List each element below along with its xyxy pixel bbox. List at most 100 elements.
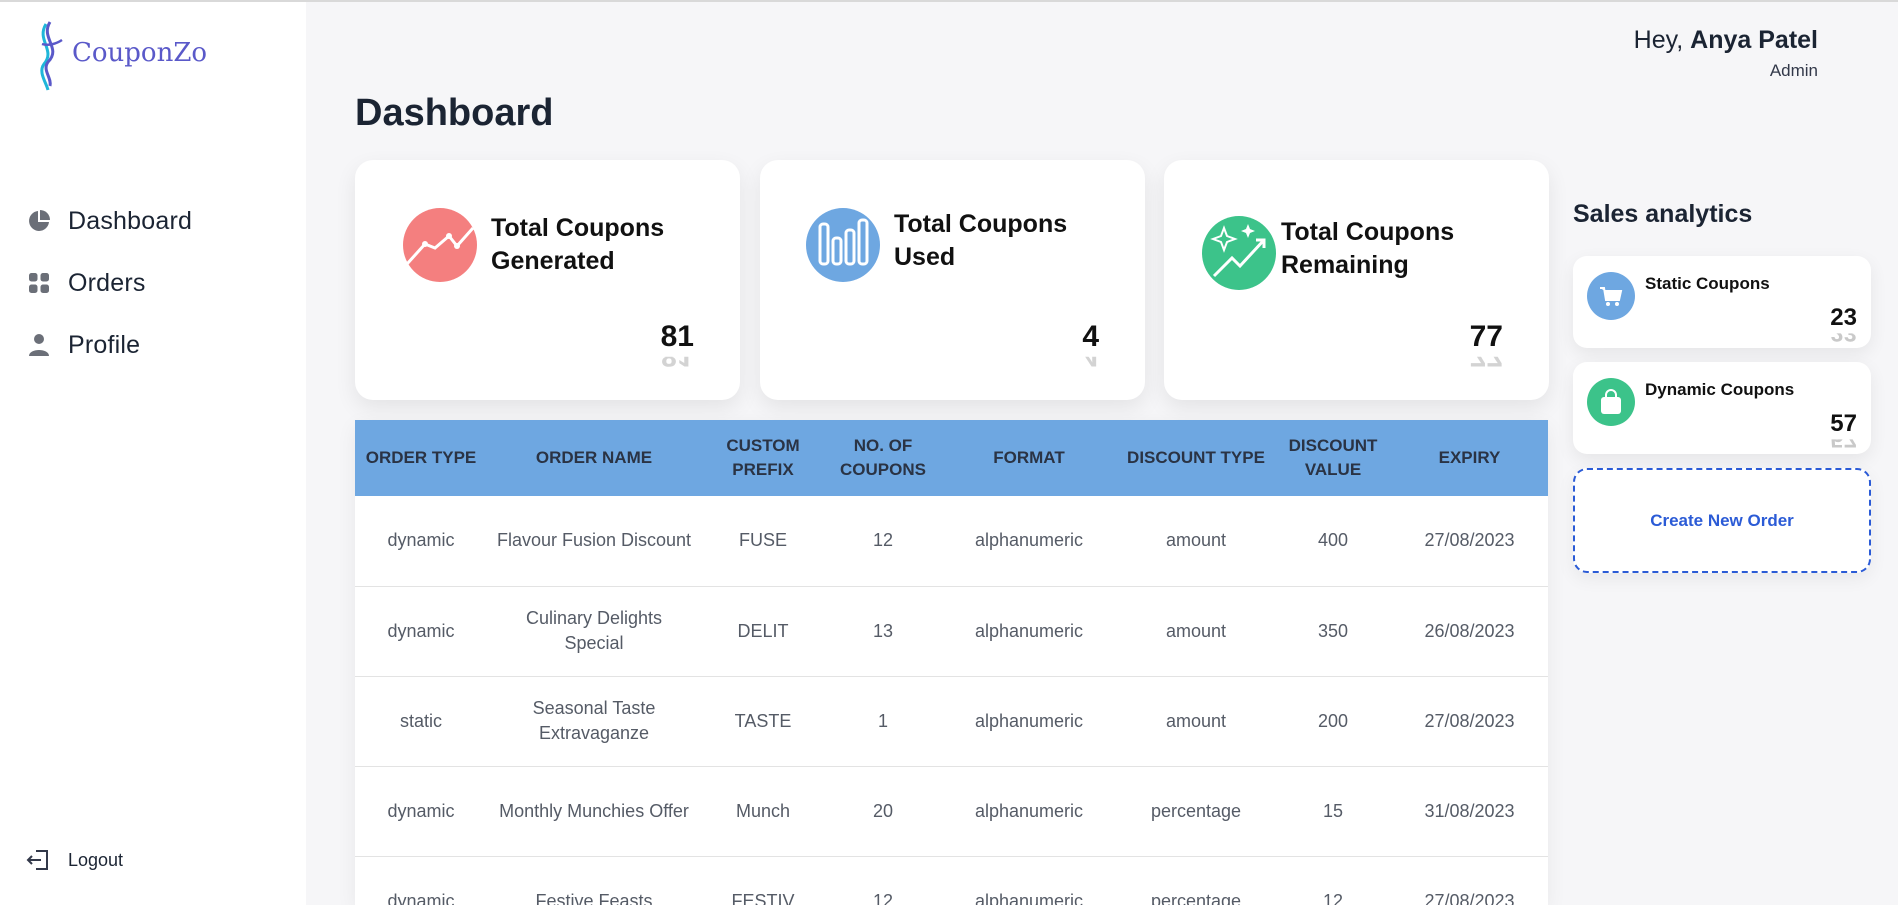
logout-icon [26, 847, 52, 873]
cell-custom-prefix: FUSE [701, 496, 825, 587]
logout-button[interactable]: Logout [26, 847, 123, 873]
sidebar-item-label: Dashboard [68, 206, 193, 235]
cell-discount-value: 350 [1275, 586, 1391, 677]
cell-expiry: 27/08/2023 [1391, 676, 1548, 767]
column-header[interactable]: DISCOUNT VALUE [1275, 420, 1391, 496]
table-row[interactable]: static Seasonal Taste Extravaganze TASTE… [355, 676, 1548, 767]
pie-chart-icon [26, 208, 52, 234]
cell-order-type: dynamic [355, 766, 487, 857]
cell-discount-type: amount [1117, 496, 1275, 587]
greeting-prefix: Hey, [1633, 26, 1684, 54]
greeting-line: Hey, Anya Patel [1634, 26, 1818, 55]
sidebar: CouponZo Dashboard Orders Profile Logout [0, 2, 306, 905]
stat-value: 77 [1469, 320, 1503, 353]
table-row[interactable]: dynamic Flavour Fusion Discount FUSE 12 … [355, 496, 1548, 587]
cell-discount-value: 12 [1275, 856, 1391, 905]
static-coupons-card: Static Coupons 23 23 [1573, 256, 1871, 348]
table-row[interactable]: dynamic Culinary Delights Special DELIT … [355, 586, 1548, 677]
static-coupons-label: Static Coupons [1645, 274, 1770, 293]
column-header[interactable]: ORDER TYPE [355, 420, 487, 496]
cell-custom-prefix: FESTIV [701, 856, 825, 905]
cell-order-name: Festive Feasts [487, 856, 701, 905]
cell-format: alphanumeric [941, 496, 1117, 587]
cell-expiry: 31/08/2023 [1391, 766, 1548, 857]
stat-card-used: Total Coupons Used 4 4 [760, 160, 1145, 400]
create-new-order-button[interactable]: Create New Order [1573, 468, 1871, 573]
orders-table: ORDER TYPE ORDER NAME CUSTOM PREFIX NO. … [355, 420, 1548, 905]
cell-discount-value: 200 [1275, 676, 1391, 767]
column-header[interactable]: DISCOUNT TYPE [1117, 420, 1275, 496]
column-header[interactable]: FORMAT [941, 420, 1117, 496]
stat-value: 4 [1082, 320, 1099, 353]
cell-no-of-coupons: 13 [825, 586, 941, 677]
static-coupons-value: 23 [1830, 304, 1857, 331]
column-header[interactable]: CUSTOM PREFIX [701, 420, 825, 496]
stat-title: Total Coupons Used [894, 210, 1068, 271]
cell-order-name: Flavour Fusion Discount [487, 496, 701, 587]
cell-discount-value: 400 [1275, 496, 1391, 587]
cell-custom-prefix: TASTE [701, 676, 825, 767]
cell-expiry: 27/08/2023 [1391, 496, 1548, 587]
cell-order-type: dynamic [355, 586, 487, 677]
stat-title: Total Coupons Generated [491, 214, 665, 275]
user-role: Admin [1769, 61, 1818, 80]
sales-analytics-title: Sales analytics [1573, 200, 1753, 228]
stat-card-generated: Total Coupons Generated 81 81 [355, 160, 740, 400]
stat-title: Total Coupons Remaining [1281, 218, 1455, 279]
cell-discount-type: percentage [1117, 766, 1275, 857]
sidebar-nav: Dashboard Orders Profile [26, 190, 192, 376]
sparkle-trend-icon [1202, 216, 1276, 290]
cell-discount-type: amount [1117, 676, 1275, 767]
sidebar-item-orders[interactable]: Orders [26, 252, 192, 314]
cell-discount-value: 15 [1275, 766, 1391, 857]
cell-no-of-coupons: 12 [825, 856, 941, 905]
logo-text: CouponZo [72, 38, 208, 68]
cell-order-type: static [355, 676, 487, 767]
cell-format: alphanumeric [941, 856, 1117, 905]
sidebar-item-dashboard[interactable]: Dashboard [26, 190, 192, 252]
cart-icon [1587, 272, 1635, 320]
stat-value: 81 [660, 320, 694, 353]
stat-card-remaining: Total Coupons Remaining 77 77 [1164, 160, 1549, 400]
grid-icon [26, 270, 52, 296]
table-header-row: ORDER TYPE ORDER NAME CUSTOM PREFIX NO. … [355, 420, 1548, 496]
cell-expiry: 26/08/2023 [1391, 586, 1548, 677]
shopping-bag-icon [1587, 378, 1635, 426]
cell-no-of-coupons: 20 [825, 766, 941, 857]
cell-custom-prefix: DELIT [701, 586, 825, 677]
cell-expiry: 27/08/2023 [1391, 856, 1548, 905]
cell-discount-type: percentage [1117, 856, 1275, 905]
user-name: Anya Patel [1690, 26, 1818, 54]
cell-order-type: dynamic [355, 496, 487, 587]
cell-discount-type: amount [1117, 586, 1275, 677]
sidebar-item-label: Profile [68, 330, 141, 359]
cell-no-of-coupons: 1 [825, 676, 941, 767]
cell-order-name: Seasonal Taste Extravaganze [487, 676, 701, 767]
couponzo-logo-icon [40, 21, 63, 91]
sidebar-item-profile[interactable]: Profile [26, 314, 192, 376]
cell-order-name: Culinary Delights Special [487, 586, 701, 677]
column-header[interactable]: ORDER NAME [487, 420, 701, 496]
cell-format: alphanumeric [941, 676, 1117, 767]
column-header[interactable]: EXPIRY [1391, 420, 1548, 496]
dynamic-coupons-label: Dynamic Coupons [1645, 380, 1795, 399]
user-greeting: Hey, Anya Patel Admin [1634, 26, 1818, 81]
table-row[interactable]: dynamic Festive Feasts FESTIV 12 alphanu… [355, 856, 1548, 905]
table-row[interactable]: dynamic Monthly Munchies Offer Munch 20 … [355, 766, 1548, 857]
bar-chart-icon [806, 208, 880, 282]
user-icon [26, 332, 52, 358]
cell-no-of-coupons: 12 [825, 496, 941, 587]
column-header[interactable]: NO. OF COUPONS [825, 420, 941, 496]
logo[interactable]: CouponZo [32, 20, 207, 92]
cell-format: alphanumeric [941, 586, 1117, 677]
logout-label: Logout [68, 849, 124, 870]
cell-order-type: dynamic [355, 856, 487, 905]
cell-custom-prefix: Munch [701, 766, 825, 857]
dynamic-coupons-card: Dynamic Coupons 57 57 [1573, 362, 1871, 454]
trend-chart-icon [403, 208, 477, 282]
cell-order-name: Monthly Munchies Offer [487, 766, 701, 857]
sidebar-item-label: Orders [68, 268, 146, 297]
cell-format: alphanumeric [941, 766, 1117, 857]
page-title: Dashboard [355, 92, 554, 134]
dynamic-coupons-value: 57 [1830, 410, 1857, 437]
